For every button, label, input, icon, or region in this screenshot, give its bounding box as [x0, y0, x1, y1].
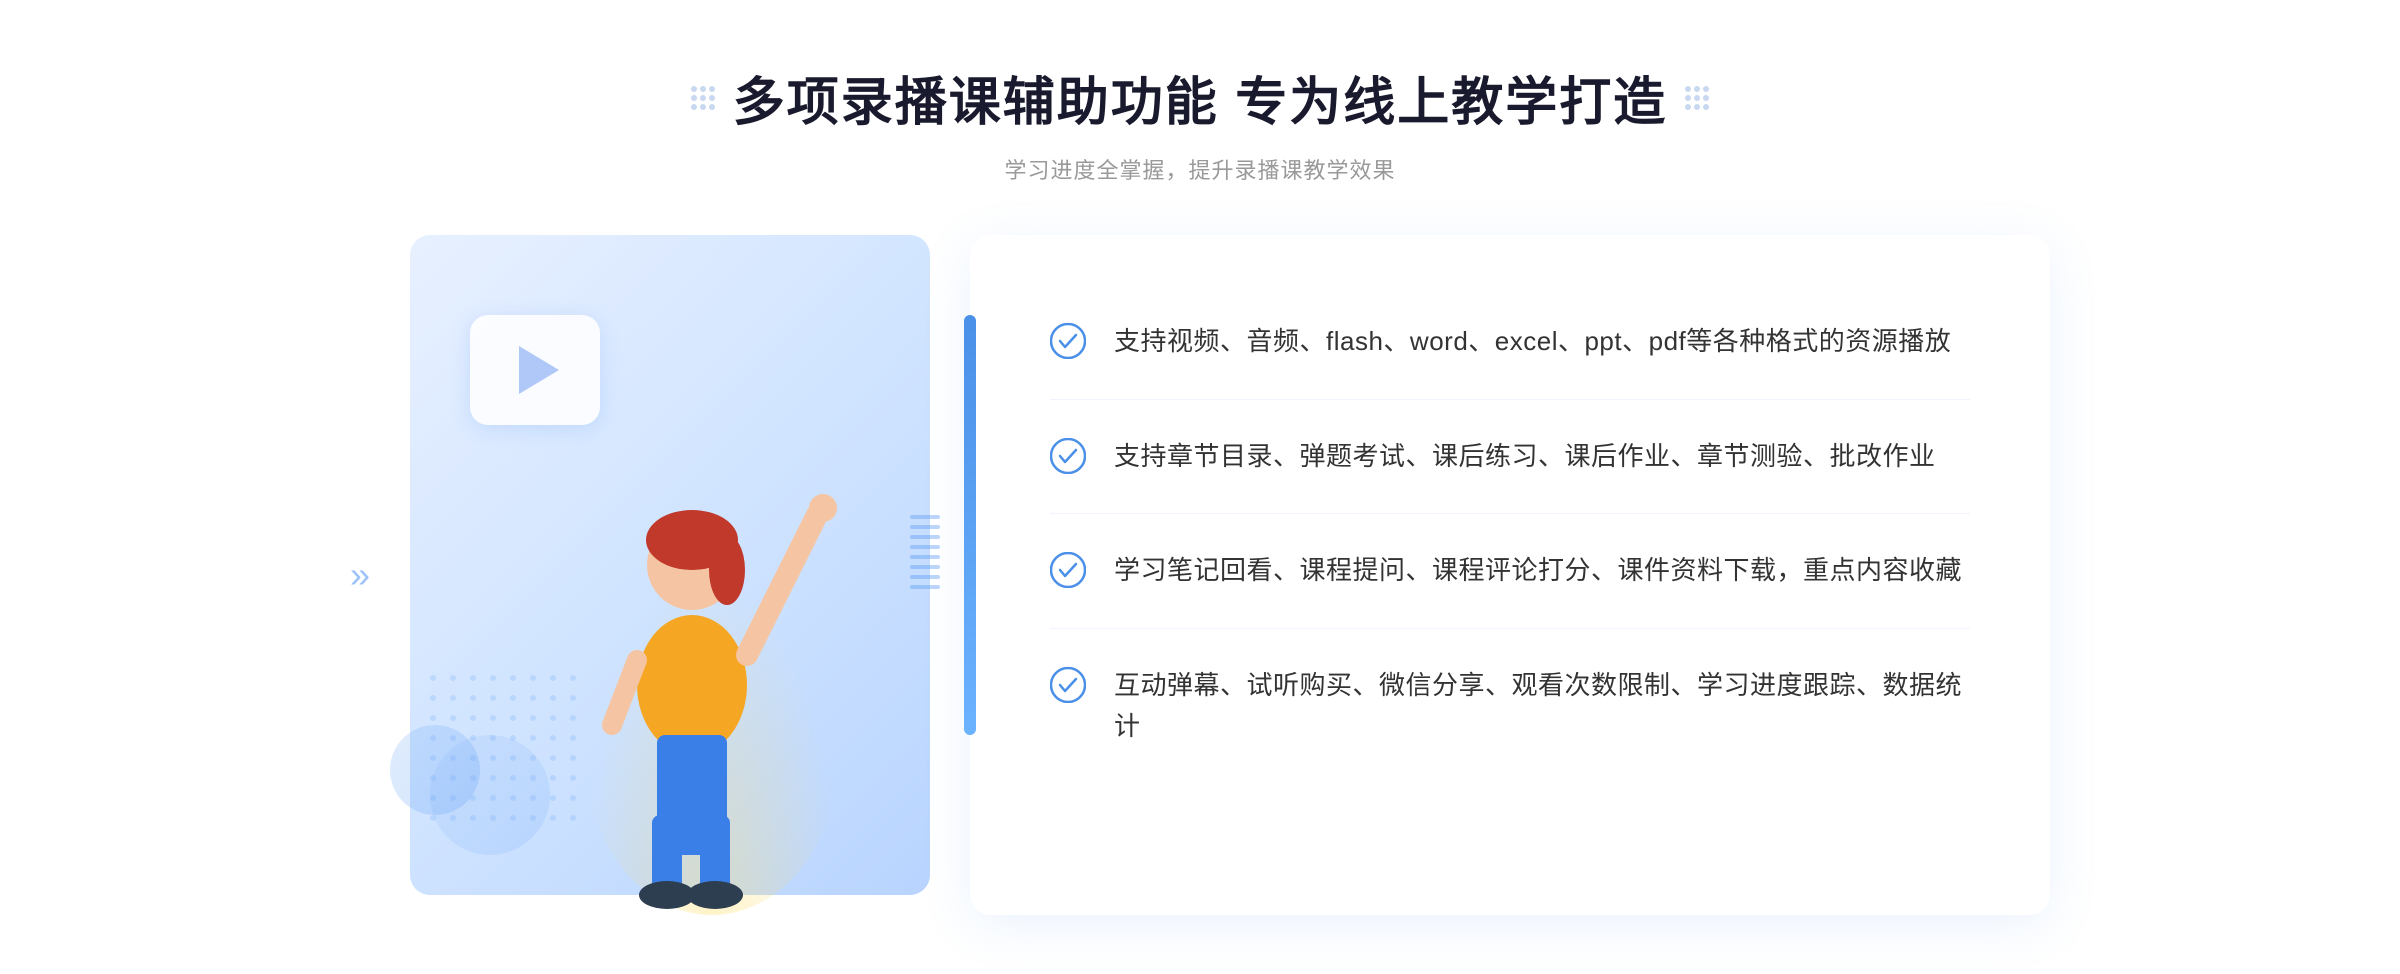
check-icon-3: [1050, 552, 1086, 588]
title-dots-right: [1685, 86, 1709, 110]
check-icon-4: [1050, 667, 1086, 703]
person-illustration: [532, 395, 852, 915]
play-icon: [519, 346, 559, 394]
feature-item-3: 学习笔记回看、课程提问、课程评论打分、课件资料下载，重点内容收藏: [1050, 514, 1970, 629]
check-icon-2: [1050, 438, 1086, 474]
illustration-area: »: [350, 235, 970, 915]
feature-text-1: 支持视频、音频、flash、word、excel、ppt、pdf等各种格式的资源…: [1114, 321, 1951, 363]
feature-text-3: 学习笔记回看、课程提问、课程评论打分、课件资料下载，重点内容收藏: [1114, 550, 1962, 592]
check-icon-1: [1050, 323, 1086, 359]
content-area: »: [350, 235, 2050, 915]
header-section: 多项录播课辅助功能 专为线上教学打造 学习进度全掌握，提升录播课教学效果: [691, 60, 1709, 185]
page-subtitle: 学习进度全掌握，提升录播课教学效果: [1004, 153, 1395, 185]
feature-text-4: 互动弹幕、试听购买、微信分享、观看次数限制、学习进度跟踪、数据统计: [1114, 665, 1970, 748]
feature-item-2: 支持章节目录、弹题考试、课后练习、课后作业、章节测验、批改作业: [1050, 400, 1970, 515]
feature-item-4: 互动弹幕、试听购买、微信分享、观看次数限制、学习进度跟踪、数据统计: [1050, 629, 1970, 784]
chevron-left-icon: »: [350, 554, 370, 596]
features-card: 支持视频、音频、flash、word、excel、ppt、pdf等各种格式的资源…: [970, 235, 2050, 915]
page-title: 多项录播课辅助功能 专为线上教学打造: [733, 60, 1667, 135]
feature-item-1: 支持视频、音频、flash、word、excel、ppt、pdf等各种格式的资源…: [1050, 285, 1970, 400]
stripe-decoration: [910, 515, 940, 635]
title-dots-left: [691, 86, 715, 110]
title-row: 多项录播课辅助功能 专为线上教学打造: [691, 60, 1709, 135]
accent-bar: [964, 315, 976, 735]
feature-text-2: 支持章节目录、弹题考试、课后练习、课后作业、章节测验、批改作业: [1114, 436, 1936, 478]
